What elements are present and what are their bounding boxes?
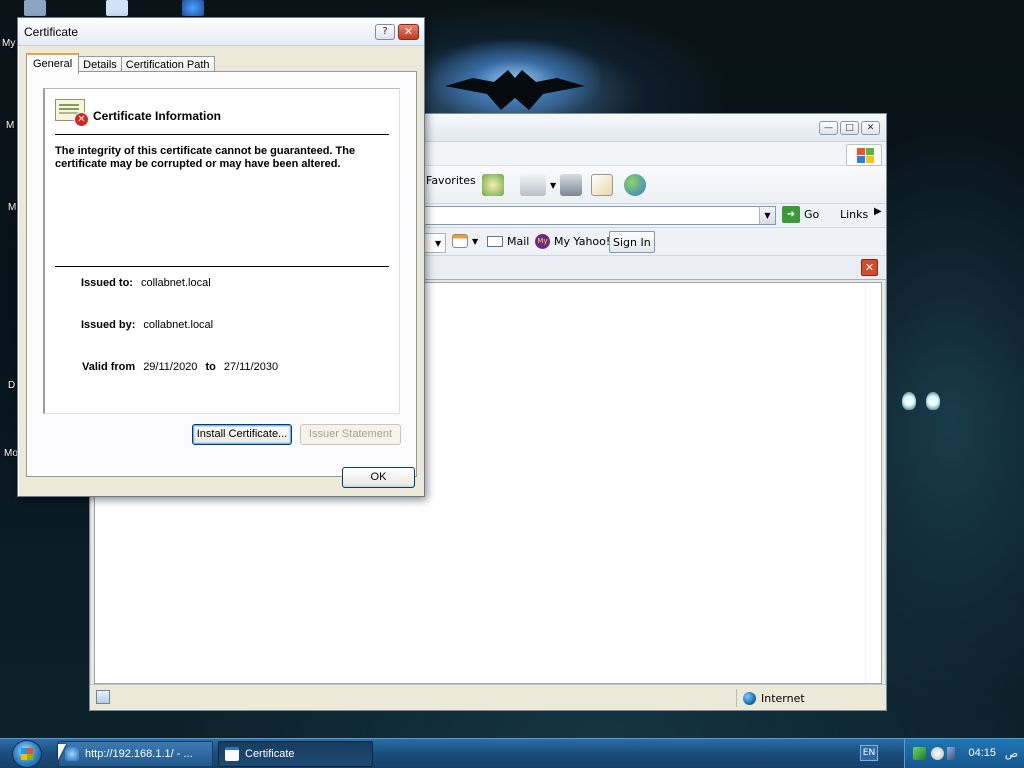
internet-explorer-icon <box>65 747 79 761</box>
valid-to-label: to <box>205 361 216 373</box>
valid-from-label: Valid from <box>82 361 136 373</box>
certificate-info-box: ✕ Certificate Information The integrity … <box>43 88 400 414</box>
certificate-error-icon: ✕ <box>55 99 89 127</box>
divider <box>55 266 389 267</box>
vertical-scrollbar[interactable] <box>865 283 881 683</box>
start-button[interactable] <box>12 740 42 768</box>
favorites-button[interactable]: Favorites <box>426 174 476 187</box>
desktop-icon[interactable] <box>182 0 204 16</box>
windows-logo-icon <box>21 748 33 760</box>
sign-in-label: Sign In <box>613 235 651 249</box>
mail-label: Mail <box>507 235 530 248</box>
history-icon <box>482 174 504 196</box>
system-tray: 04:15 ص <box>904 739 1024 768</box>
ok-button[interactable]: OK <box>342 467 415 488</box>
install-certificate-button[interactable]: Install Certificate... <box>192 424 292 445</box>
messenger-button[interactable] <box>624 174 646 196</box>
minimize-button[interactable]: — <box>819 121 838 135</box>
window-icon <box>225 747 239 761</box>
wallpaper-lamp <box>902 392 916 410</box>
sign-in-button[interactable]: Sign In <box>609 231 655 253</box>
maximize-button[interactable]: □ <box>840 121 859 135</box>
links-button[interactable]: Links <box>840 208 868 221</box>
certificate-info-heading: Certificate Information <box>93 109 222 123</box>
chevron-down-icon: ▼ <box>472 236 479 246</box>
taskbar-item-label: http://192.168.1.1/ - ... <box>85 748 193 760</box>
integrity-warning: The integrity of this certificate cannot… <box>55 145 356 170</box>
links-chevron-icon[interactable]: ▶ <box>874 206 882 217</box>
desktop-icon-label[interactable]: My <box>2 38 15 49</box>
issued-by-value: collabnet.local <box>143 319 214 331</box>
edit-notepad-icon <box>591 174 613 196</box>
mail-envelope-icon <box>487 236 503 247</box>
desktop-icon-label[interactable]: M <box>6 120 14 131</box>
close-button[interactable]: ✕ <box>398 24 419 40</box>
messenger-tray-icon[interactable] <box>931 747 944 760</box>
print-button[interactable] <box>560 174 582 196</box>
go-arrow-icon: ➜ <box>782 206 800 223</box>
chevron-down-icon: ▼ <box>550 180 557 190</box>
issuer-statement-button[interactable]: Issuer Statement <box>300 424 401 445</box>
issued-by-row: Issued by: collabnet.local <box>81 319 213 331</box>
issued-by-label: Issued by: <box>81 319 136 331</box>
dialog-title: Certificate <box>24 25 79 39</box>
validity-row: Valid from 29/11/2020 to 27/11/2030 <box>82 361 278 373</box>
globe-icon <box>743 691 756 705</box>
my-yahoo-button[interactable]: My My Yahoo! <box>535 234 610 249</box>
desktop-icon[interactable] <box>24 0 46 16</box>
close-tab-icon[interactable]: ✕ <box>861 259 878 276</box>
calendar-dropdown-button[interactable]: ▼ <box>452 234 478 248</box>
page-status-icon <box>96 690 110 704</box>
window-controls: — □ ✕ <box>819 121 880 135</box>
desktop-icon-label[interactable]: D <box>8 380 15 391</box>
calendar-icon <box>452 234 468 248</box>
close-button[interactable]: ✕ <box>861 121 880 135</box>
tab-general[interactable]: General <box>26 53 80 74</box>
favorites-label: Favorites <box>426 174 476 187</box>
taskbar-item-certificate[interactable]: Certificate <box>218 741 373 767</box>
status-bar: Internet <box>90 684 886 710</box>
windows-flag-icon <box>846 144 882 166</box>
valid-from-value: 29/11/2020 <box>143 361 198 373</box>
certificate-dialog: Certificate ? ✕ General Details Certific… <box>17 17 425 497</box>
zone-label: Internet <box>761 691 805 705</box>
desktop-icon-label[interactable]: Mo <box>4 448 18 459</box>
divider <box>55 134 389 135</box>
taskbar: http://192.168.1.1/ - ... Certificate EN… <box>0 738 1024 768</box>
taskbar-item-browser[interactable]: http://192.168.1.1/ - ... <box>58 741 213 767</box>
messenger-icon <box>624 174 646 196</box>
mail-dropdown-button[interactable]: ▼ <box>520 174 556 196</box>
language-indicator[interactable]: EN <box>860 745 878 761</box>
network-icon[interactable] <box>913 747 926 760</box>
go-button[interactable]: ➜ Go <box>782 206 819 223</box>
mail-envelope-icon <box>520 174 546 196</box>
help-button[interactable]: ? <box>375 24 395 40</box>
issued-to-label: Issued to: <box>81 277 133 289</box>
clock[interactable]: 04:15 <box>968 747 996 759</box>
desktop-icon[interactable] <box>106 0 128 16</box>
wallpaper-lamp <box>926 392 940 410</box>
edit-button[interactable] <box>591 174 613 196</box>
security-zone[interactable]: Internet <box>736 689 862 707</box>
general-tab-panel: ✕ Certificate Information The integrity … <box>26 71 417 477</box>
volume-icon[interactable] <box>947 747 955 760</box>
mouse-cursor <box>58 744 66 760</box>
desktop-icon-label[interactable]: M <box>8 202 16 213</box>
my-yahoo-label: My Yahoo! <box>554 235 611 248</box>
issued-to-row: Issued to: collabnet.local <box>81 277 211 289</box>
go-label: Go <box>804 208 820 221</box>
clock-period: ص <box>1004 747 1018 760</box>
issued-to-value: collabnet.local <box>140 277 211 289</box>
my-yahoo-icon: My <box>535 234 550 249</box>
valid-to-value: 27/11/2030 <box>223 361 279 373</box>
printer-icon <box>560 174 582 196</box>
taskbar-item-label: Certificate <box>245 748 295 760</box>
dialog-titlebar[interactable]: Certificate ? ✕ <box>18 18 424 46</box>
yahoo-mail-button[interactable]: Mail <box>487 235 529 248</box>
history-button[interactable] <box>482 174 504 196</box>
error-x-icon: ✕ <box>74 112 89 127</box>
address-dropdown-icon[interactable]: ▼ <box>759 207 775 224</box>
chevron-down-icon: ▼ <box>435 238 442 248</box>
